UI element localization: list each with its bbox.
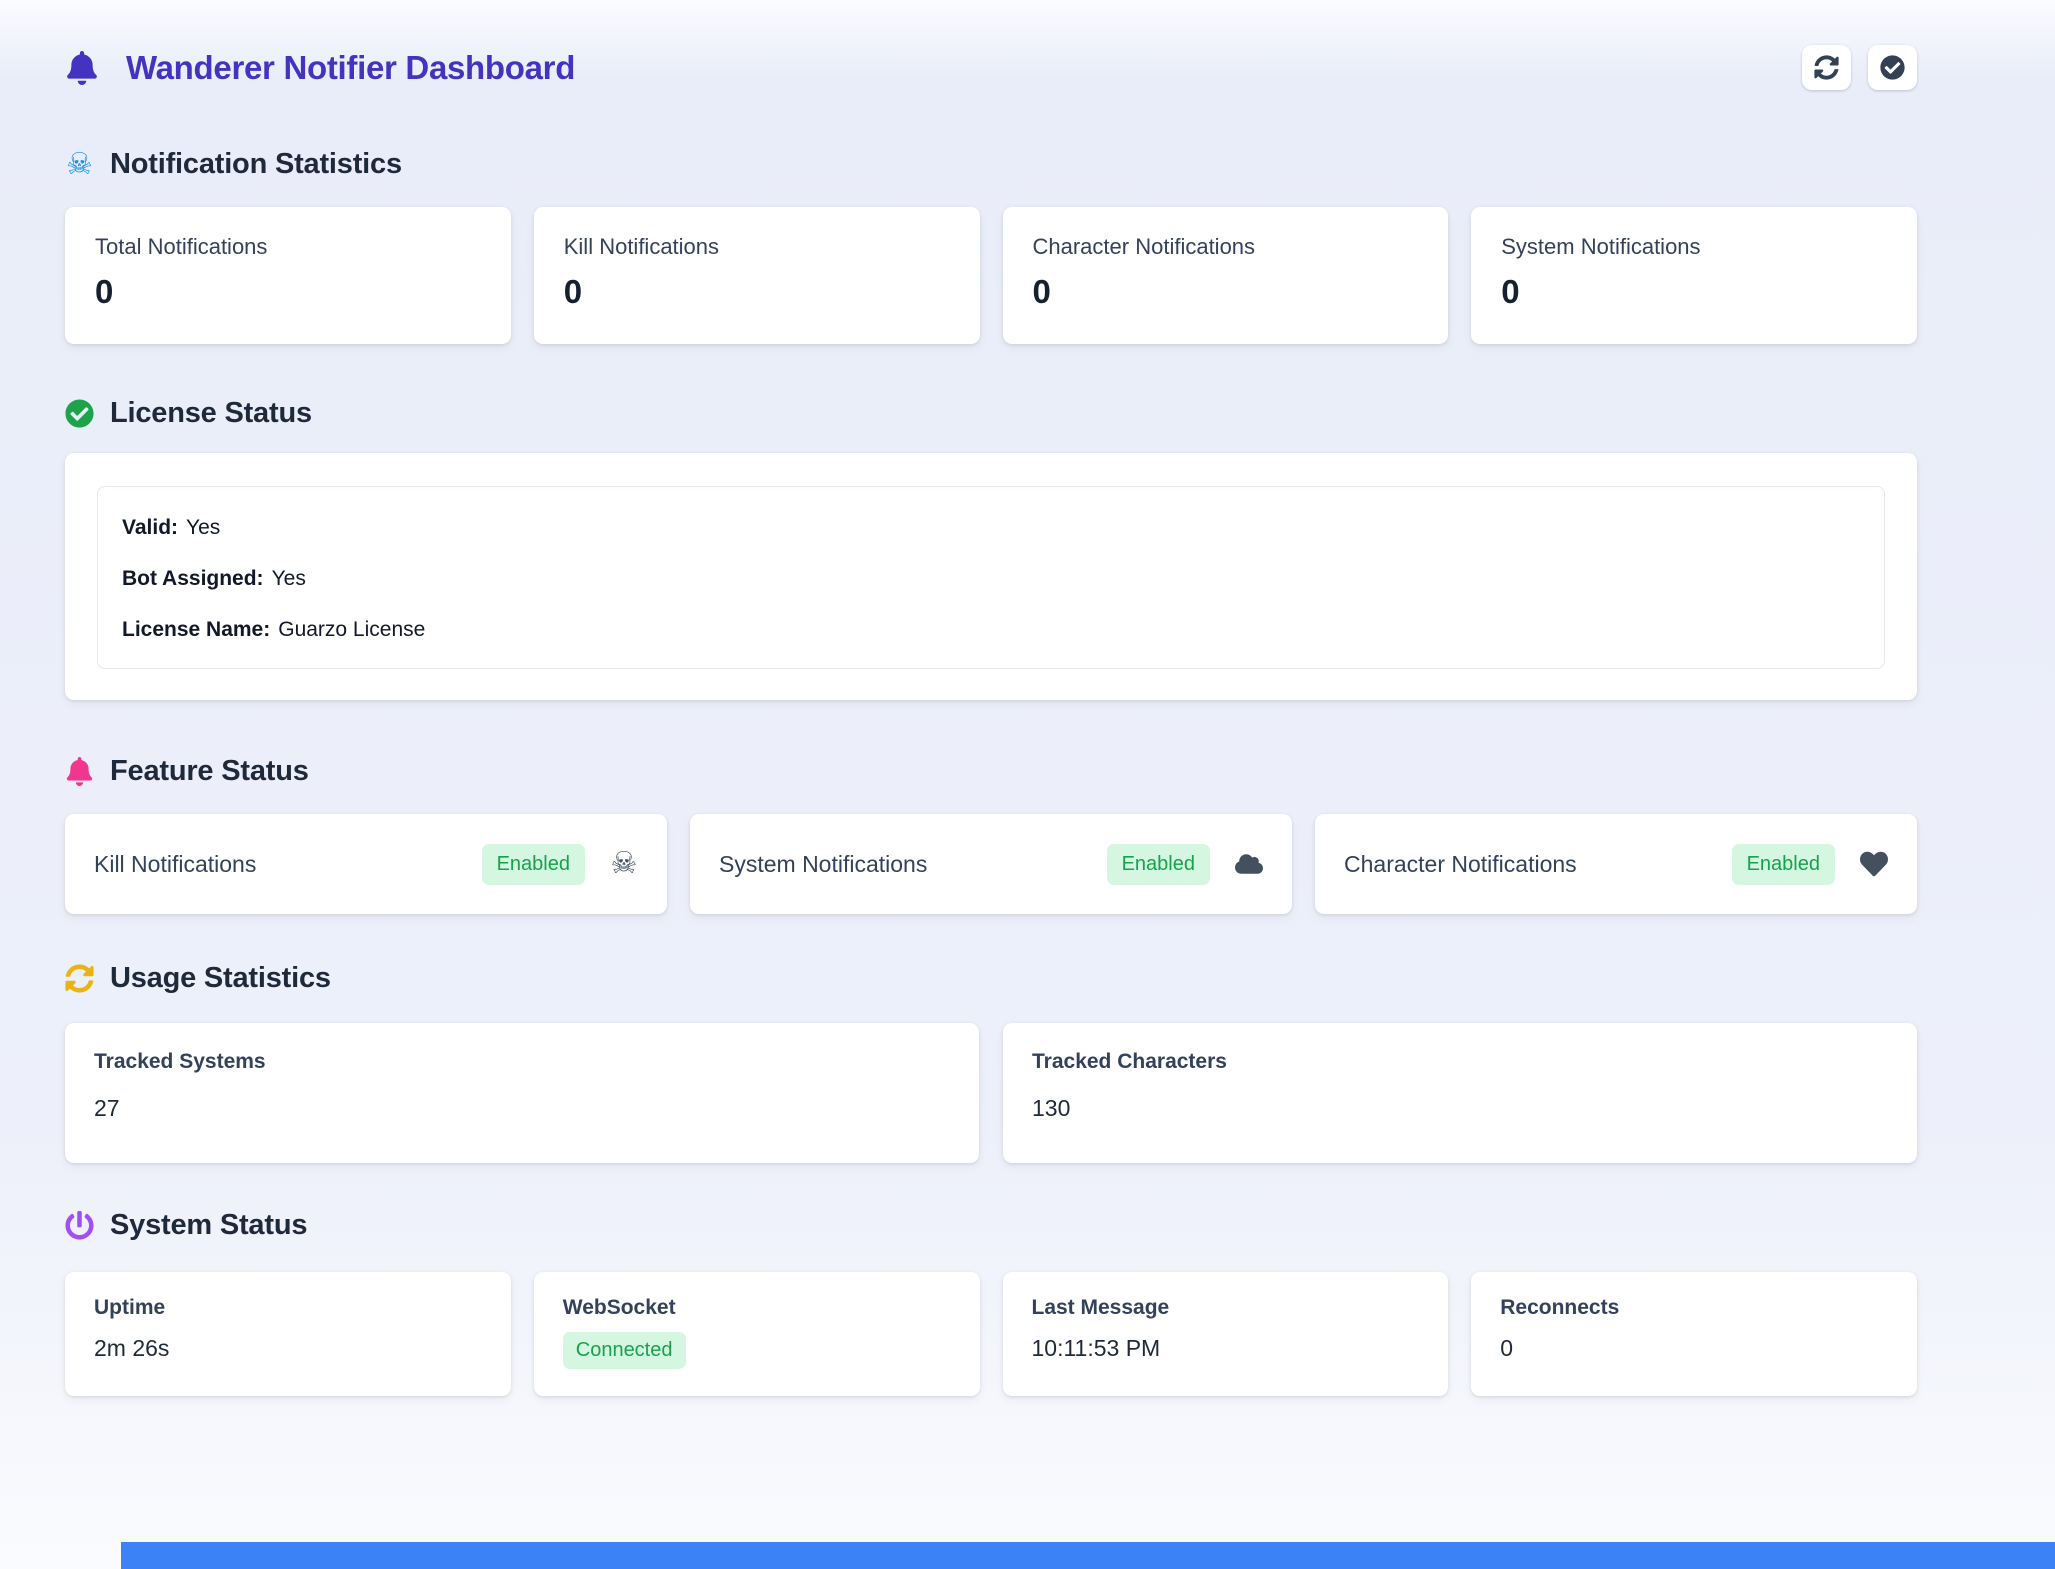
header-actions [1802, 45, 1917, 90]
system-card-websocket: WebSocket Connected [534, 1272, 980, 1396]
system-card-last-message: Last Message 10:11:53 PM [1003, 1272, 1449, 1396]
usage-stats-header: Usage Statistics [65, 962, 1917, 995]
usage-card-systems: Tracked Systems 27 [65, 1023, 979, 1163]
stat-label: Total Notifications [95, 234, 481, 260]
heart-icon [1860, 850, 1888, 878]
page-container: Wanderer Notifier Dashboard ☠ Notificati… [65, 0, 1917, 1396]
skull-crossbones-icon: ☠ [610, 850, 638, 878]
feature-label: Kill Notifications [94, 851, 482, 878]
feature-status-header: Feature Status [65, 755, 1917, 788]
system-value: 10:11:53 PM [1032, 1335, 1420, 1362]
section-title: Usage Statistics [110, 962, 331, 995]
system-label: WebSocket [563, 1296, 951, 1320]
stat-label: Kill Notifications [564, 234, 950, 260]
license-bot-row: Bot Assigned: Yes [122, 567, 1860, 591]
system-card-uptime: Uptime 2m 26s [65, 1272, 511, 1396]
stat-value: 0 [564, 273, 950, 311]
license-bot-label: Bot Assigned: [122, 567, 264, 590]
system-status-header: System Status [65, 1209, 1917, 1242]
license-bot-value: Yes [272, 567, 306, 590]
license-valid-value: Yes [186, 516, 220, 539]
stat-card-total: Total Notifications 0 [65, 207, 511, 344]
sync-icon [1814, 55, 1839, 80]
stat-card-system: System Notifications 0 [1471, 207, 1917, 344]
feature-label: System Notifications [719, 851, 1107, 878]
system-value: 0 [1500, 1335, 1888, 1362]
cloud-icon [1235, 850, 1263, 878]
usage-value: 27 [94, 1095, 950, 1122]
notification-stats-header: ☠ Notification Statistics [65, 148, 1917, 181]
license-card: Valid: Yes Bot Assigned: Yes License Name:… [65, 453, 1917, 700]
system-label: Last Message [1032, 1296, 1420, 1320]
status-check-button[interactable] [1868, 45, 1917, 90]
stat-value: 0 [1033, 273, 1419, 311]
section-title: Notification Statistics [110, 148, 402, 181]
bell-icon [65, 757, 94, 786]
stat-card-kill: Kill Notifications 0 [534, 207, 980, 344]
system-label: Reconnects [1500, 1296, 1888, 1320]
system-card-reconnects: Reconnects 0 [1471, 1272, 1917, 1396]
feature-label: Character Notifications [1344, 851, 1732, 878]
page-title: Wanderer Notifier Dashboard [126, 49, 575, 87]
stat-value: 0 [95, 273, 481, 311]
system-label: Uptime [94, 1296, 482, 1320]
system-value: 2m 26s [94, 1335, 482, 1362]
bottom-scroll-bar[interactable] [121, 1542, 2055, 1569]
stat-label: Character Notifications [1033, 234, 1419, 260]
usage-stats-row: Tracked Systems 27 Tracked Characters 13… [65, 1023, 1917, 1163]
feature-status-row: Kill Notifications Enabled ☠ System Noti… [65, 814, 1917, 914]
power-icon [65, 1211, 94, 1240]
section-title: Feature Status [110, 755, 309, 788]
license-valid-label: Valid: [122, 516, 178, 539]
notification-stats-row: Total Notifications 0 Kill Notifications… [65, 207, 1917, 344]
app-header: Wanderer Notifier Dashboard [65, 45, 1917, 90]
license-name-label: License Name: [122, 618, 270, 641]
usage-label: Tracked Characters [1032, 1050, 1888, 1074]
stat-value: 0 [1501, 273, 1887, 311]
license-status-header: License Status [65, 397, 1917, 430]
system-status-row: Uptime 2m 26s WebSocket Connected Last M… [65, 1272, 1917, 1396]
bell-icon [65, 51, 99, 85]
section-title: System Status [110, 1209, 307, 1242]
license-name-row: License Name: Guarzo License [122, 618, 1860, 642]
license-valid-row: Valid: Yes [122, 516, 1860, 540]
status-badge: Enabled [482, 844, 585, 885]
feature-card-system: System Notifications Enabled [690, 814, 1292, 914]
connection-badge: Connected [563, 1332, 686, 1369]
stat-label: System Notifications [1501, 234, 1887, 260]
skull-crossbones-icon: ☠ [65, 150, 94, 179]
feature-card-kill: Kill Notifications Enabled ☠ [65, 814, 667, 914]
usage-label: Tracked Systems [94, 1050, 950, 1074]
license-details-box: Valid: Yes Bot Assigned: Yes License Name:… [97, 486, 1885, 669]
status-badge: Enabled [1107, 844, 1210, 885]
feature-card-character: Character Notifications Enabled [1315, 814, 1917, 914]
license-name-value: Guarzo License [278, 618, 425, 641]
stat-card-character: Character Notifications 0 [1003, 207, 1449, 344]
section-title: License Status [110, 397, 312, 430]
check-circle-icon [1880, 55, 1905, 80]
sync-icon [65, 964, 94, 993]
usage-card-characters: Tracked Characters 130 [1003, 1023, 1917, 1163]
refresh-button[interactable] [1802, 45, 1851, 90]
status-badge: Enabled [1732, 844, 1835, 885]
check-circle-icon [65, 399, 94, 428]
usage-value: 130 [1032, 1095, 1888, 1122]
